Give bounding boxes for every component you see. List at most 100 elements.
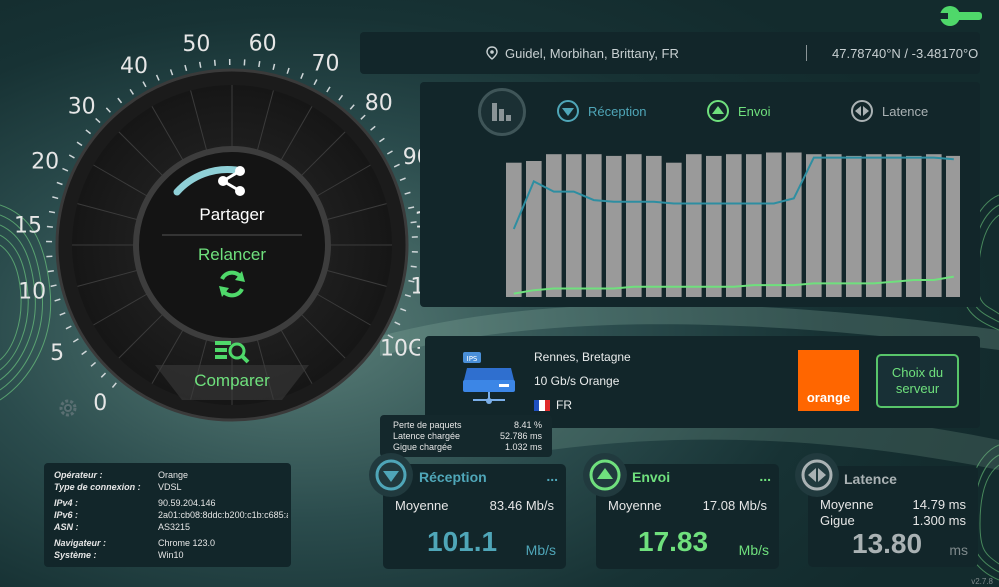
gauge-minor-tick: [100, 372, 107, 378]
gauge-minor-tick: [48, 210, 56, 214]
latency-icon: [801, 459, 833, 491]
wrench-icon[interactable]: [938, 4, 984, 28]
gauge-minor-tick: [65, 325, 72, 330]
gauge-minor-tick: [105, 107, 111, 113]
gauge-minor-tick: [326, 86, 331, 93]
upload-unit: Mb/s: [738, 542, 769, 558]
compare-icon: [215, 341, 250, 364]
server-country: FR: [534, 398, 572, 412]
legend-reception-label: Réception: [588, 103, 647, 119]
loaded-jitter-row: Gigue chargée 1.032 ms: [393, 442, 542, 453]
loaded-latency-row: Latence chargée 52.786 ms: [393, 431, 542, 442]
orange-logo: orange: [798, 350, 859, 411]
chart-bar: [886, 154, 902, 297]
gauge-minor-tick: [379, 137, 385, 143]
legend-upload[interactable]: Envoi: [706, 99, 771, 123]
loaded-stats: Perte de paquets 8.41 % Latence chargée 52…: [380, 415, 552, 457]
location-pin-icon: [486, 46, 498, 60]
gauge-minor-tick: [386, 150, 393, 155]
share-button[interactable]: Partager: [182, 164, 282, 225]
info-ipv6: IPv6 :2a01:cb08:8ddc:b200:c1b:c685:a286:…: [54, 510, 288, 520]
gauge-minor-tick: [258, 60, 261, 68]
chart-bar: [606, 155, 622, 297]
gauge-minor-tick: [117, 97, 123, 104]
location-coords: 47.78740°N / -3.48170°O: [832, 45, 979, 61]
gauge-minor-tick: [50, 284, 57, 288]
reception-avg-value: 83.46 Mb/s: [489, 498, 554, 513]
latency-value: 13.80: [852, 528, 923, 559]
legend-reception[interactable]: Réception: [556, 99, 647, 123]
gauge-minor-tick: [184, 64, 188, 72]
location-bar: Guidel, Morbihan, Brittany, FR 47.78740°…: [360, 32, 980, 74]
restart-label: Relancer: [197, 245, 267, 264]
gauge-tick-label: 30: [68, 95, 96, 120]
reception-more-button[interactable]: ...: [546, 468, 558, 484]
gauge-minor-tick: [47, 269, 54, 273]
upload-more-button[interactable]: ...: [759, 468, 771, 484]
info-ipv4: IPv4 :90.59.204.146: [54, 498, 216, 508]
reception-avg-label: Moyenne: [395, 498, 449, 513]
upload-badge: [583, 453, 627, 497]
latency-avg-value: 14.79 ms: [912, 497, 966, 512]
choose-server-button[interactable]: Choix du serveur: [876, 354, 959, 408]
upload-avg-label: Moyenne: [608, 498, 662, 513]
gauge-minor-tick: [85, 129, 92, 135]
choose-server-label-1: Choix du: [891, 365, 944, 380]
france-flag-icon: [534, 399, 550, 411]
latency-badge: [795, 453, 839, 497]
reception-badge: [369, 453, 413, 497]
gauge-tick-label: 1Gb: [410, 275, 420, 300]
gauge-minor-tick: [394, 321, 401, 326]
gauge-minor-tick: [46, 225, 53, 228]
latency-jitter-label: Gigue: [820, 513, 855, 528]
upload-value: 17.83: [638, 526, 709, 557]
gauge-minor-tick: [399, 177, 406, 181]
chart-view-button[interactable]: [478, 88, 526, 136]
location-place: Guidel, Morbihan, Brittany, FR: [505, 45, 679, 61]
gauge-minor-tick: [142, 81, 147, 88]
restart-button[interactable]: Relancer: [182, 245, 282, 306]
gauge-minor-tick: [338, 94, 344, 101]
chart-bar: [866, 154, 882, 297]
legend-latency[interactable]: Latence: [850, 99, 928, 123]
gauge-tick-label: 10Gb: [380, 337, 420, 362]
chart-bar: [926, 154, 942, 297]
gauge-minor-tick: [300, 72, 304, 79]
gauge-minor-tick: [213, 59, 216, 66]
chart-bar: [826, 154, 842, 297]
gauge-minor-tick: [129, 88, 135, 95]
server-country-code: FR: [556, 398, 572, 412]
reception-unit: Mb/s: [525, 542, 556, 558]
gauge-minor-tick: [272, 63, 276, 70]
gauge-minor-tick: [76, 141, 83, 147]
gauge-tick-label: 15: [14, 214, 42, 239]
gauge-minor-tick: [169, 69, 174, 76]
compare-button[interactable]: Comparer: [182, 338, 282, 391]
gauge-minor-tick: [410, 265, 417, 268]
gauge-tick-label: 20: [31, 150, 59, 175]
chart-bar: [726, 154, 742, 297]
chart-bar: [766, 152, 782, 297]
gauge-tick-label: 50: [182, 32, 210, 57]
share-label: Partager: [199, 205, 265, 224]
chart-bar: [546, 154, 562, 297]
gauge-minor-tick: [52, 196, 59, 200]
chart-bar: [506, 162, 522, 297]
location-divider: [806, 45, 807, 61]
gauge-minor-tick: [286, 67, 290, 74]
download-icon: [375, 459, 407, 491]
latency-jitter-value: 1.300 ms: [912, 513, 966, 528]
gauge-minor-tick: [393, 163, 400, 168]
gauge-minor-tick: [56, 181, 63, 186]
loaded-jitter-value: 1.032 ms: [504, 442, 542, 452]
gear-icon[interactable]: [58, 398, 78, 418]
gauge-minor-tick: [313, 79, 318, 86]
gauge-tick-label: 40: [120, 54, 148, 79]
gauge-minor-tick: [155, 74, 160, 81]
legend-latency-label: Latence: [882, 103, 929, 119]
upload-title: Envoi: [632, 469, 671, 485]
packet-loss-label: Perte de paquets: [393, 420, 462, 430]
chart-bar: [746, 154, 762, 297]
chart-panel: Réception Envoi Latence: [420, 82, 980, 307]
loaded-latency-label: Latence chargée: [393, 431, 461, 441]
